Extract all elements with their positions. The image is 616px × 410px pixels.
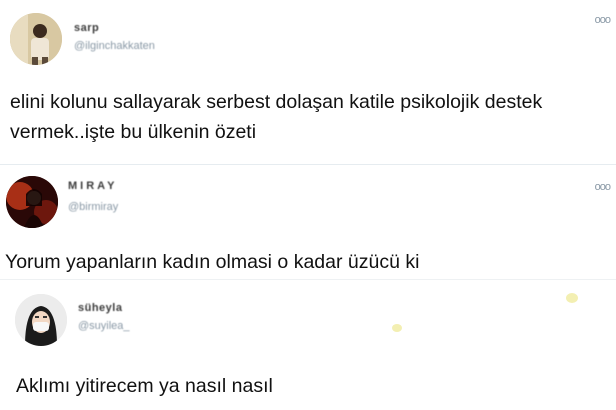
tweet-card[interactable]: süheyla @suyilea_ Aklımı yitirecem ya na… xyxy=(0,279,616,410)
tweet-text: Yorum yapanların kadın olmasi o kadar üz… xyxy=(5,251,420,273)
user-handle[interactable]: @birmiray xyxy=(68,201,118,213)
avatar[interactable] xyxy=(15,294,67,346)
decorative-dot xyxy=(566,293,578,303)
tweet-text: elini kolunu sallayarak serbest dolaşan … xyxy=(10,91,543,143)
display-name[interactable]: süheyla xyxy=(78,302,122,314)
avatar-image xyxy=(15,294,67,346)
tweet-text: Aklımı yitirecem ya nasıl nasıl xyxy=(16,375,273,397)
user-handle[interactable]: @suyilea_ xyxy=(78,320,130,332)
tweet-card[interactable]: MIRAY @birmiray ooo Yorum yapanların kad… xyxy=(0,164,616,280)
avatar[interactable] xyxy=(10,13,62,65)
avatar-image xyxy=(6,176,58,228)
decorative-dot xyxy=(392,324,402,332)
tweet-card[interactable]: sarp @ilginchakkaten elini kolunu sallay… xyxy=(0,0,616,164)
avatar[interactable] xyxy=(6,176,58,228)
more-options-icon[interactable]: ooo xyxy=(595,181,611,193)
avatar-image xyxy=(10,13,62,65)
display-name[interactable]: MIRAY xyxy=(68,180,117,192)
user-handle[interactable]: @ilginchakkaten xyxy=(74,40,155,52)
more-options-icon[interactable]: ooo xyxy=(595,14,611,26)
display-name[interactable]: sarp xyxy=(74,22,99,34)
